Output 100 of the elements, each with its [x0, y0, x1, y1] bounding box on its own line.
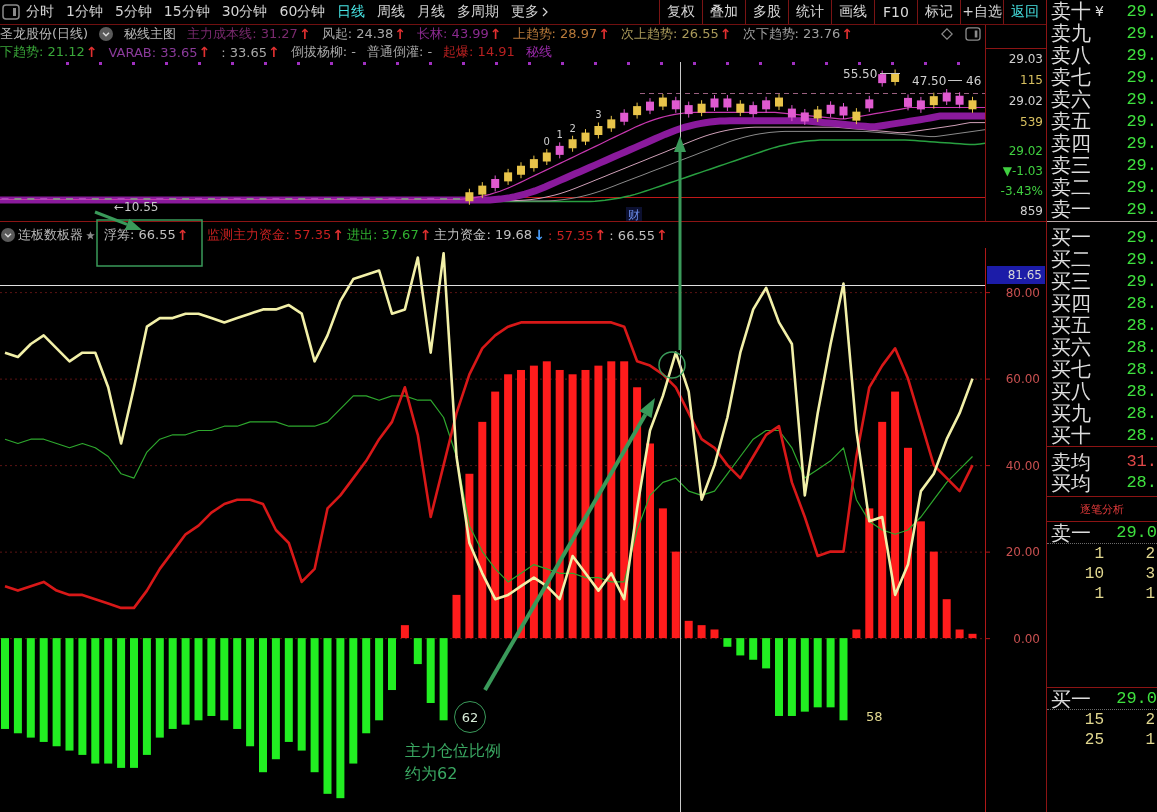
- period-tab[interactable]: 多周期: [451, 0, 506, 24]
- legend-value: : 33.65: [221, 44, 267, 60]
- order-level-label: 卖六: [1051, 89, 1091, 109]
- order-price: 29.: [1126, 177, 1157, 197]
- legend-value: : 66.55: [609, 227, 656, 243]
- order-price: 28.: [1126, 381, 1157, 401]
- trend-arrow: ↑: [489, 27, 502, 41]
- order-level-label: 卖一: [1051, 199, 1091, 219]
- order-price: 28.: [1126, 293, 1157, 313]
- value-badge: 81.65: [987, 266, 1045, 284]
- period-tab[interactable]: 周线: [371, 0, 412, 24]
- tick-volume: 3: [1144, 565, 1156, 583]
- trend-arrow: ↑: [85, 45, 98, 59]
- chevron-down-circle-icon[interactable]: [99, 27, 114, 41]
- panel-icon[interactable]: [965, 27, 981, 41]
- chevron-down-circle-icon[interactable]: [1, 228, 15, 242]
- order-price: 29.: [1126, 23, 1157, 43]
- histogram-bar: [426, 638, 435, 703]
- histogram-bar: [400, 625, 409, 639]
- order-price: 29.: [1126, 271, 1157, 291]
- tick-volume: 2: [1144, 711, 1156, 729]
- order-price: 29.: [1126, 89, 1157, 109]
- order-level-label: 买六: [1051, 337, 1091, 357]
- histogram-bar: [749, 638, 758, 660]
- legend-value: 浮筹: 66.55: [104, 226, 176, 244]
- trend-arrow: ↑: [176, 228, 189, 242]
- period-tab[interactable]: 60分钟: [273, 0, 332, 24]
- currency-symbol: ¥: [1095, 3, 1104, 19]
- trend-arrow: ↑: [198, 45, 211, 59]
- legend-value: VARAB: 33.65: [108, 44, 198, 60]
- legend-value: 次上趋势: 26.55: [621, 25, 719, 43]
- section-title: 逐笔分析: [1080, 501, 1124, 517]
- tick-volume: 10: [1083, 565, 1104, 583]
- tick-volume: 1: [1144, 731, 1156, 749]
- quote-readout: 539: [1019, 114, 1044, 131]
- histogram-bar: [684, 620, 693, 639]
- chevron-right-icon: [542, 7, 549, 17]
- order-level-label: 卖二: [1051, 177, 1091, 197]
- quote-readout: ▼-1.03: [1001, 163, 1044, 180]
- tick-volume: 2: [1144, 545, 1156, 563]
- order-price: 28.: [1126, 473, 1157, 492]
- period-tab[interactable]: 15分钟: [157, 0, 216, 24]
- stock-title: 圣龙股份(日线): [0, 25, 89, 43]
- period-tab[interactable]: 更多: [505, 0, 555, 24]
- order-level-label: 卖七: [1051, 67, 1091, 87]
- order-price: 28.: [1126, 337, 1157, 357]
- period-tab[interactable]: 1分钟: [60, 0, 109, 24]
- tick-volume: 1: [1144, 585, 1156, 603]
- legend-value: 进出: 37.67: [346, 226, 419, 244]
- histogram-bar: [723, 638, 732, 647]
- histogram-bar: [736, 638, 745, 656]
- order-price: 29.: [1126, 1, 1157, 21]
- order-price: 28.: [1126, 359, 1157, 379]
- order-level-label: 卖八: [1051, 45, 1091, 65]
- order-price: 29.: [1126, 45, 1157, 65]
- diamond-icon[interactable]: [941, 28, 953, 40]
- trend-arrow: ↑: [841, 27, 853, 41]
- order-level-label: 买三: [1051, 271, 1091, 291]
- histogram-bar: [826, 638, 835, 708]
- axis-label: 80.00: [1005, 285, 1040, 300]
- histogram-bar: [413, 638, 422, 665]
- histogram-bar: [762, 638, 771, 669]
- legend-value: 监测主力资金: 57.35: [207, 226, 332, 244]
- quote-readout: 29.02: [1007, 93, 1044, 110]
- order-price: 29.: [1126, 227, 1157, 247]
- period-tab[interactable]: 30分钟: [215, 0, 274, 24]
- trend-arrow: ↑: [419, 228, 432, 242]
- trend-arrow: ↑: [594, 228, 607, 242]
- histogram-bar: [942, 599, 951, 639]
- order-level-label: 卖九: [1051, 23, 1091, 43]
- order-price: 29.: [1126, 155, 1157, 175]
- legend-value: 倒拔杨柳: -: [290, 43, 356, 61]
- marker-value: 58: [866, 709, 883, 724]
- period-tab[interactable]: 月线: [411, 0, 452, 24]
- order-level-label: 买九: [1051, 403, 1091, 423]
- order-level-label: 买均: [1051, 472, 1091, 493]
- period-tab[interactable]: 日线: [331, 0, 372, 24]
- trend-arrow: ↓: [533, 228, 545, 242]
- histogram-bar: [852, 629, 861, 639]
- histogram-bar: [710, 629, 719, 639]
- period-tab[interactable]: 5分钟: [108, 0, 158, 24]
- star-icon: [86, 230, 95, 240]
- period-tab[interactable]: 分时: [20, 0, 60, 24]
- highlight-circle: [658, 351, 686, 379]
- legend-value: 起爆: 14.91: [443, 43, 515, 61]
- order-price: 29.: [1126, 249, 1157, 269]
- order-level-label: 卖三: [1051, 155, 1091, 175]
- legend-value: 上趋势: 28.97: [512, 25, 598, 43]
- order-price: 29.0: [1116, 689, 1157, 708]
- trend-arrow: ↑: [332, 228, 344, 242]
- order-level-label: 买七: [1051, 359, 1091, 379]
- trend-arrow: ↑: [598, 27, 611, 41]
- quote-readout: 29.02: [1007, 143, 1044, 160]
- order-level-label: 买十: [1051, 425, 1091, 445]
- order-level-label: 卖四: [1051, 133, 1091, 153]
- toolbar-button[interactable]: +自选: [960, 0, 1003, 24]
- trend-arrow: ↑: [298, 27, 311, 41]
- order-level-label: 买八: [1051, 381, 1091, 401]
- panel-icon[interactable]: [2, 4, 20, 20]
- order-price: 29.: [1126, 67, 1157, 87]
